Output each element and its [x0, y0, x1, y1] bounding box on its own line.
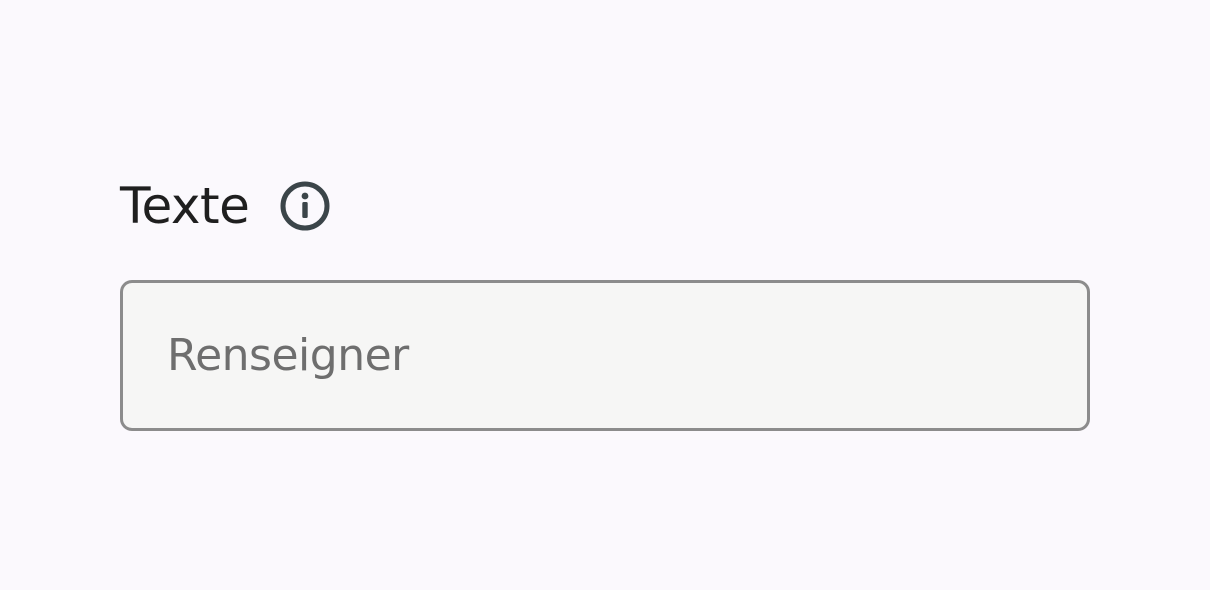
info-circle-icon: [280, 181, 330, 231]
text-input-container[interactable]: [120, 280, 1090, 431]
info-icon[interactable]: [279, 180, 331, 232]
field-label: Texte: [120, 177, 250, 235]
field-label-row: Texte: [120, 170, 1090, 242]
text-field: Texte: [120, 170, 1090, 431]
text-input[interactable]: [167, 330, 1043, 381]
